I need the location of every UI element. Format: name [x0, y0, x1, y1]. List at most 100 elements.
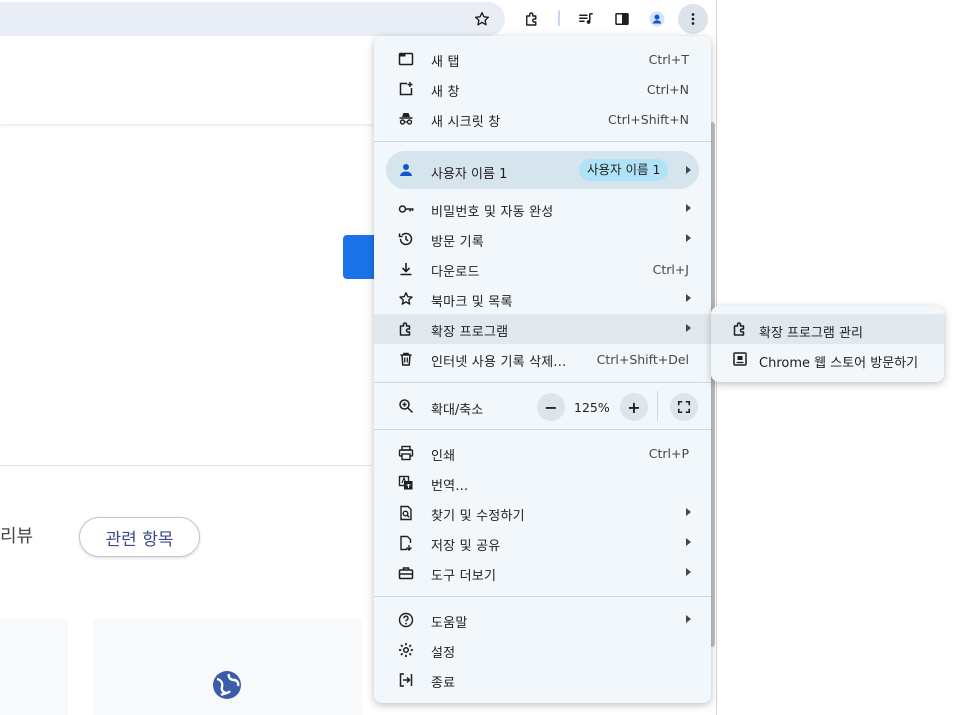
menu-item-label: 번역... — [431, 479, 469, 494]
menu-separator — [374, 596, 711, 597]
menu-item-label: 새 탭 — [431, 55, 460, 70]
menu-item-new-window[interactable]: 새 창 Ctrl+N — [374, 74, 711, 104]
menu-separator — [374, 429, 711, 430]
menu-item-label: 북마크 및 목록 — [431, 295, 513, 310]
print-icon — [398, 445, 414, 461]
menu-separator — [374, 382, 711, 383]
menu-item-label: 인쇄 — [431, 449, 456, 464]
menu-item-profile[interactable]: 사용자 이름 1 사용자 이름 1 — [386, 151, 699, 189]
menu-item-label: 새 창 — [431, 85, 460, 100]
menu-item-label: 도구 더보기 — [431, 569, 497, 584]
chevron-right-icon — [686, 294, 691, 302]
extensions-submenu: 확장 프로그램 관리 Chrome 웹 스토어 방문하기 — [711, 306, 944, 382]
save-share-icon — [398, 535, 414, 551]
submenu-item-label: 확장 프로그램 관리 — [759, 326, 863, 341]
menu-item-help[interactable]: 도움말 — [374, 605, 711, 635]
fullscreen-button[interactable] — [670, 393, 698, 421]
menu-item-zoom: 확대/축소 − 125% + — [374, 391, 711, 421]
fullscreen-icon — [677, 400, 691, 414]
menu-item-passwords[interactable]: 비밀번호 및 자동 완성 — [374, 194, 711, 224]
menu-item-label: 다운로드 — [431, 265, 480, 280]
menu-item-history[interactable]: 방문 기록 — [374, 224, 711, 254]
shortcut-label: Ctrl+J — [652, 262, 689, 277]
side-panel-icon[interactable] — [607, 4, 637, 34]
chevron-right-icon — [686, 204, 691, 212]
new-tab-icon — [398, 51, 414, 67]
profile-icon[interactable] — [642, 4, 672, 34]
menu-item-save-share[interactable]: 저장 및 공유 — [374, 528, 711, 558]
new-window-icon — [398, 81, 414, 97]
menu-item-clear-data[interactable]: 인터넷 사용 기록 삭제... Ctrl+Shift+Del — [374, 344, 711, 374]
related-items-chip[interactable]: 관련 항목 — [79, 517, 200, 557]
find-icon — [398, 505, 414, 521]
shortcut-label: Ctrl+Shift+Del — [596, 352, 689, 367]
translate-icon — [398, 475, 414, 491]
exit-icon — [398, 672, 414, 688]
media-icon[interactable] — [571, 4, 601, 34]
menu-item-incognito[interactable]: 새 시크릿 창 Ctrl+Shift+N — [374, 104, 711, 134]
menu-item-label: 확장 프로그램 — [431, 325, 509, 340]
page-divider — [0, 465, 372, 466]
shortcut-label: Ctrl+Shift+N — [608, 112, 689, 127]
browser-toolbar — [0, 0, 716, 38]
menu-item-more-tools[interactable]: 도구 더보기 — [374, 558, 711, 588]
history-icon — [398, 231, 414, 247]
incognito-icon — [398, 111, 414, 127]
menu-item-extensions[interactable]: 확장 프로그램 — [374, 314, 711, 344]
menu-item-label: 종료 — [431, 676, 456, 691]
menu-item-exit[interactable]: 종료 — [374, 665, 711, 695]
zoom-level: 125% — [574, 400, 610, 415]
submenu-item-webstore[interactable]: Chrome 웹 스토어 방문하기 — [711, 344, 944, 374]
menu-item-label: 설정 — [431, 646, 456, 661]
menu-separator — [374, 141, 711, 142]
menu-item-print[interactable]: 인쇄 Ctrl+P — [374, 438, 711, 468]
help-icon — [398, 612, 414, 628]
extensions-icon — [733, 322, 745, 336]
chevron-right-icon — [686, 324, 691, 332]
submenu-item-manage-extensions[interactable]: 확장 프로그램 관리 — [711, 314, 944, 344]
shortcut-label: Ctrl+P — [648, 446, 689, 461]
menu-item-label: 비밀번호 및 자동 완성 — [431, 205, 554, 220]
globe-icon — [213, 671, 241, 699]
shortcut-label: Ctrl+N — [646, 82, 689, 97]
more-icon[interactable] — [678, 4, 708, 34]
menu-item-find[interactable]: 찾기 및 수정하기 — [374, 498, 711, 528]
toolbox-icon — [398, 565, 414, 581]
chevron-right-icon — [686, 538, 691, 546]
address-bar[interactable] — [0, 2, 505, 36]
key-icon — [398, 201, 414, 217]
zoom-out-button[interactable]: − — [537, 393, 565, 421]
menu-item-label: 방문 기록 — [431, 235, 484, 250]
menu-item-new-tab[interactable]: 새 탭 Ctrl+T — [374, 44, 711, 74]
person-icon — [400, 164, 412, 176]
profile-badge: 사용자 이름 1 — [579, 159, 669, 181]
page-card[interactable] — [0, 619, 68, 715]
star-icon[interactable] — [467, 4, 497, 34]
zoom-label: 확대/축소 — [431, 403, 484, 418]
review-tab-label[interactable]: 리뷰 — [0, 522, 33, 548]
menu-item-translate[interactable]: 번역... — [374, 468, 711, 498]
menu-item-label: 저장 및 공유 — [431, 539, 501, 554]
menu-item-label: 새 시크릿 창 — [431, 115, 501, 130]
trash-icon — [398, 351, 414, 367]
webstore-icon — [733, 352, 747, 366]
menu-item-downloads[interactable]: 다운로드 Ctrl+J — [374, 254, 711, 284]
shortcut-label: Ctrl+T — [648, 52, 689, 67]
profile-name: 사용자 이름 1 — [431, 167, 508, 182]
menu-item-bookmarks[interactable]: 북마크 및 목록 — [374, 284, 711, 314]
download-icon — [398, 261, 414, 277]
chevron-right-icon — [686, 508, 691, 516]
submenu-item-label: Chrome 웹 스토어 방문하기 — [759, 356, 919, 371]
chevron-right-icon — [686, 166, 691, 174]
toolbar-divider — [558, 10, 560, 26]
chevron-right-icon — [686, 615, 691, 623]
chevron-right-icon — [686, 568, 691, 576]
zoom-in-button[interactable]: + — [620, 393, 648, 421]
menu-item-label: 도움말 — [431, 616, 468, 631]
menu-item-settings[interactable]: 설정 — [374, 635, 711, 665]
browser-window: 리뷰 관련 항목 새 탭 Ctrl+T 새 창 Ctrl+N 새 시크릿 창 C… — [0, 0, 972, 715]
extensions-icon[interactable] — [517, 4, 547, 34]
zoom-separator — [657, 391, 658, 421]
zoom-icon — [399, 399, 414, 414]
menu-item-label: 인터넷 사용 기록 삭제... — [431, 355, 567, 370]
